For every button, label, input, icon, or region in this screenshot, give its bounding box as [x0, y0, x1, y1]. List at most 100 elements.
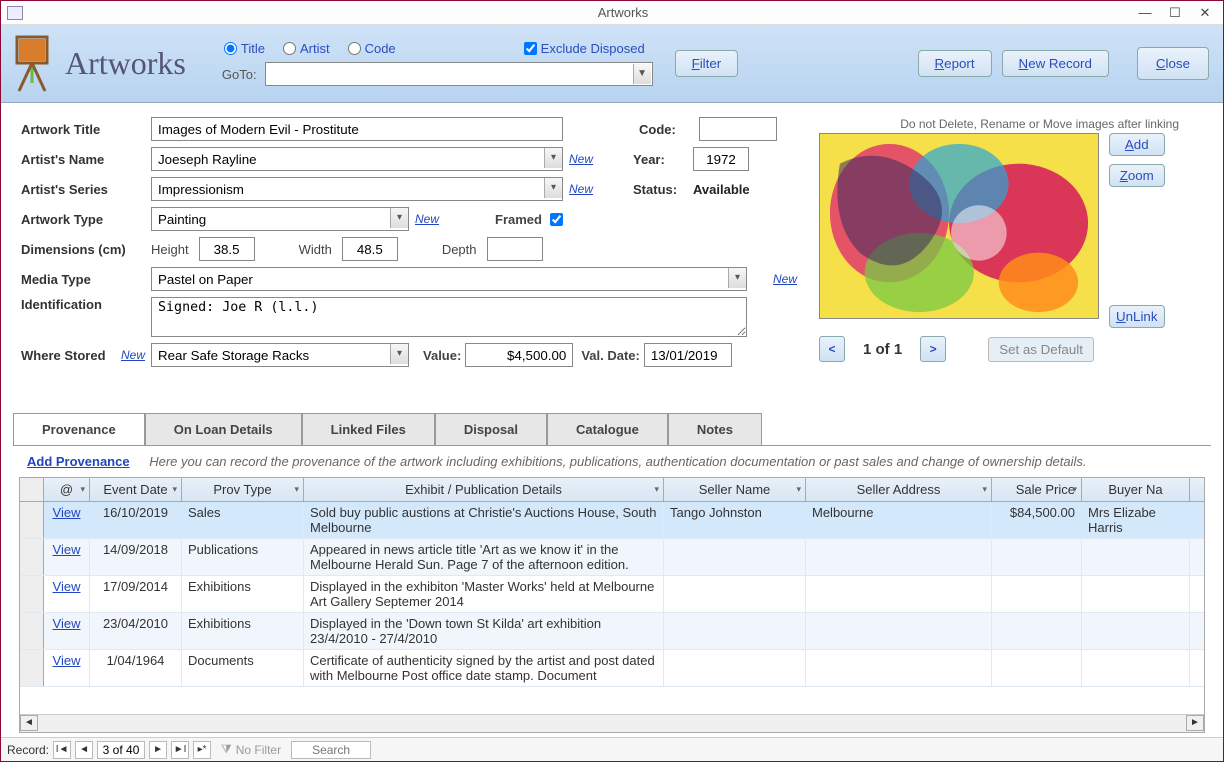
code-input[interactable] — [699, 117, 777, 141]
chevron-down-icon[interactable]: ▼ — [633, 64, 651, 84]
record-search-input[interactable] — [291, 741, 371, 759]
label-identification: Identification — [21, 297, 151, 312]
table-row[interactable]: View1/04/1964DocumentsCertificate of aut… — [20, 650, 1204, 687]
table-row[interactable]: View17/09/2014ExhibitionsDisplayed in th… — [20, 576, 1204, 613]
unlink-image-button[interactable]: UnLink — [1109, 305, 1165, 328]
zoom-image-button[interactable]: Zoom — [1109, 164, 1165, 187]
label-framed: Framed — [495, 212, 542, 227]
identification-input[interactable]: Signed: Joe R (l.l.) — [151, 297, 747, 337]
framed-checkbox[interactable] — [550, 213, 563, 226]
table-row[interactable]: View16/10/2019SalesSold buy public austi… — [20, 502, 1204, 539]
record-position-input[interactable] — [97, 741, 145, 759]
nav-first-button[interactable]: I◄ — [53, 741, 71, 759]
scroll-right-icon[interactable]: ► — [1186, 715, 1204, 731]
view-link[interactable]: View — [53, 542, 81, 557]
new-storage-link[interactable]: New — [121, 348, 145, 362]
status-value: Available — [693, 182, 750, 197]
row-selector[interactable] — [20, 650, 44, 686]
minimize-button[interactable]: — — [1135, 4, 1155, 22]
label-value: Value: — [423, 348, 461, 363]
radio-artist[interactable]: Artist — [283, 41, 330, 56]
tab-provenance[interactable]: Provenance — [13, 413, 145, 445]
depth-input[interactable] — [487, 237, 543, 261]
filter-icon: ⧩ — [221, 742, 232, 757]
close-button[interactable]: Close — [1137, 47, 1209, 80]
grid-hscroll[interactable]: ◄ ► — [20, 714, 1204, 732]
goto-combo[interactable]: ▼ — [265, 62, 653, 86]
tab-on-loan[interactable]: On Loan Details — [145, 413, 302, 445]
new-type-link[interactable]: New — [415, 212, 439, 226]
nav-last-button[interactable]: ►I — [171, 741, 189, 759]
chevron-down-icon[interactable]: ▾ — [544, 178, 562, 198]
artwork-type-combo[interactable] — [151, 207, 409, 231]
header-banner: Artworks Title Artist Code Exclude Dispo… — [1, 25, 1223, 103]
nav-next-button[interactable]: ► — [149, 741, 167, 759]
tab-disposal[interactable]: Disposal — [435, 413, 547, 445]
table-row[interactable]: View14/09/2018PublicationsAppeared in ne… — [20, 539, 1204, 576]
value-input[interactable] — [465, 343, 573, 367]
tab-linked-files[interactable]: Linked Files — [302, 413, 435, 445]
col-selector[interactable] — [20, 478, 44, 501]
width-input[interactable] — [342, 237, 398, 261]
label-where-stored: Where Stored — [21, 348, 121, 363]
provenance-grid: @▾ Event Date▾ Prov Type▾ Exhibit / Publ… — [19, 477, 1205, 733]
col-buyer-name[interactable]: Buyer Na — [1082, 478, 1190, 501]
label-status: Status: — [633, 182, 693, 197]
row-selector[interactable] — [20, 613, 44, 649]
nav-new-button[interactable]: ▸* — [193, 741, 211, 759]
row-selector[interactable] — [20, 502, 44, 538]
col-sale-price[interactable]: Sale Price▾ — [992, 478, 1082, 501]
media-type-combo[interactable] — [151, 267, 747, 291]
chevron-down-icon[interactable]: ▾ — [544, 148, 562, 168]
col-seller-name[interactable]: Seller Name▾ — [664, 478, 806, 501]
height-input[interactable] — [199, 237, 255, 261]
artwork-title-input[interactable] — [151, 117, 563, 141]
row-selector[interactable] — [20, 576, 44, 612]
row-selector[interactable] — [20, 539, 44, 575]
col-event-date[interactable]: Event Date▾ — [90, 478, 182, 501]
artwork-thumbnail[interactable] — [819, 133, 1099, 319]
report-button[interactable]: Report — [918, 50, 992, 77]
chevron-down-icon[interactable]: ▾ — [390, 344, 408, 364]
exclude-disposed-checkbox[interactable]: Exclude Disposed — [524, 41, 645, 56]
val-date-input[interactable] — [644, 343, 732, 367]
new-series-link[interactable]: New — [569, 182, 593, 196]
add-provenance-link[interactable]: Add Provenance — [27, 454, 130, 469]
prev-image-button[interactable]: < — [819, 336, 845, 362]
tab-notes[interactable]: Notes — [668, 413, 762, 445]
radio-code[interactable]: Code — [348, 41, 396, 56]
view-link[interactable]: View — [53, 579, 81, 594]
set-default-button[interactable]: Set as Default — [988, 337, 1094, 362]
new-record-button[interactable]: New Record — [1002, 50, 1109, 77]
col-detail[interactable]: Exhibit / Publication Details▾ — [304, 478, 664, 501]
next-image-button[interactable]: > — [920, 336, 946, 362]
col-seller-addr[interactable]: Seller Address▾ — [806, 478, 992, 501]
titlebar: Artworks — ☐ ✕ — [1, 1, 1223, 25]
artist-name-combo[interactable] — [151, 147, 563, 171]
artist-series-combo[interactable] — [151, 177, 563, 201]
add-image-button[interactable]: Add — [1109, 133, 1165, 156]
view-link[interactable]: View — [53, 653, 81, 668]
new-artist-link[interactable]: New — [569, 152, 593, 166]
maximize-button[interactable]: ☐ — [1165, 4, 1185, 22]
where-stored-combo[interactable] — [151, 343, 409, 367]
year-input[interactable] — [693, 147, 749, 171]
filter-button[interactable]: Filter — [675, 50, 739, 77]
new-media-link[interactable]: New — [773, 272, 797, 286]
col-prov-type[interactable]: Prov Type▾ — [182, 478, 304, 501]
label-artwork-title: Artwork Title — [21, 122, 151, 137]
table-row[interactable]: View23/04/2010ExhibitionsDisplayed in th… — [20, 613, 1204, 650]
col-at[interactable]: @▾ — [44, 478, 90, 501]
view-link[interactable]: View — [53, 616, 81, 631]
image-nav-text: 1 of 1 — [851, 341, 914, 358]
label-dimensions: Dimensions (cm) — [21, 242, 151, 257]
nav-prev-button[interactable]: ◄ — [75, 741, 93, 759]
scroll-left-icon[interactable]: ◄ — [20, 715, 38, 731]
chevron-down-icon[interactable]: ▾ — [728, 268, 746, 288]
label-val-date: Val. Date: — [581, 348, 640, 363]
radio-title[interactable]: Title — [224, 41, 265, 56]
close-window-button[interactable]: ✕ — [1195, 4, 1215, 22]
view-link[interactable]: View — [53, 505, 81, 520]
tab-catalogue[interactable]: Catalogue — [547, 413, 668, 445]
chevron-down-icon[interactable]: ▾ — [390, 208, 408, 228]
